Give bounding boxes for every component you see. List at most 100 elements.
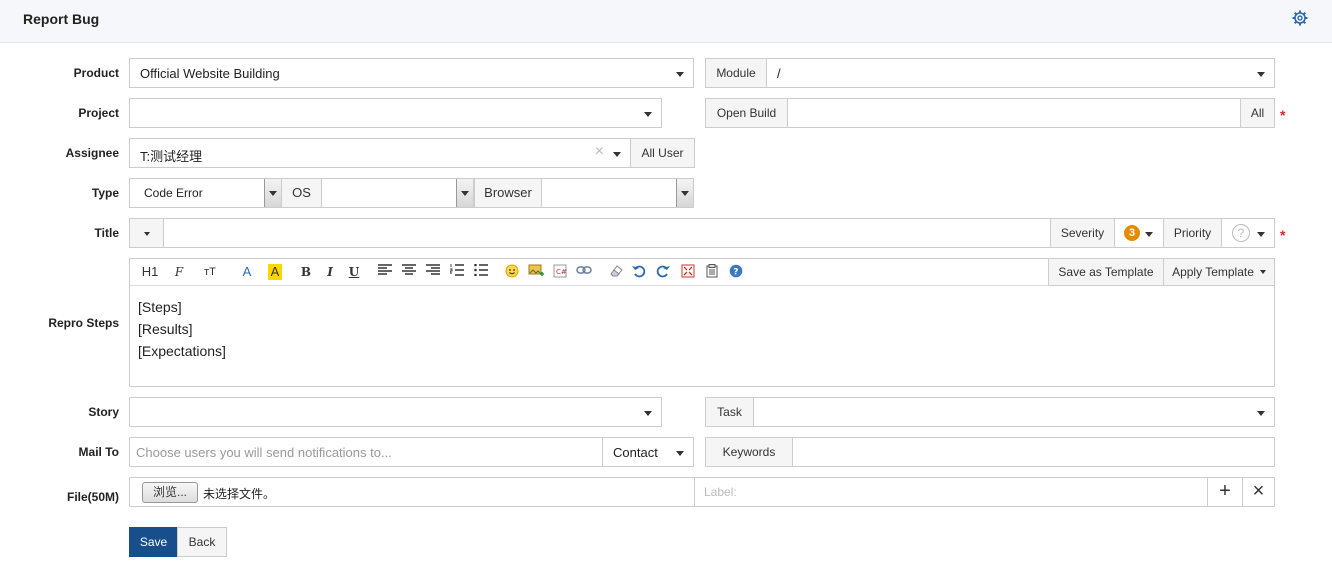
add-file-button[interactable]: +: [1207, 477, 1243, 507]
browser-select[interactable]: [541, 178, 694, 208]
save-as-template-button[interactable]: Save as Template: [1048, 258, 1164, 286]
browser-label: Browser: [474, 178, 542, 208]
help-icon[interactable]: ?: [728, 264, 744, 280]
all-user-button[interactable]: All User: [630, 138, 695, 168]
font-size-button[interactable]: тT: [200, 264, 220, 280]
paste-icon[interactable]: [704, 264, 720, 280]
assignee-value: T:测试经理: [140, 149, 203, 164]
product-value: Official Website Building: [140, 66, 280, 81]
mail-to-placeholder: Choose users you will send notifications…: [136, 445, 392, 460]
chevron-down-icon: [1257, 411, 1265, 416]
undo-icon[interactable]: [632, 264, 646, 280]
emoticon-icon[interactable]: [504, 264, 520, 280]
align-left-icon[interactable]: [378, 264, 392, 280]
chevron-down-icon: [676, 451, 684, 456]
align-center-icon[interactable]: [402, 264, 416, 280]
image-icon[interactable]: [528, 264, 544, 280]
browse-button[interactable]: 浏览...: [142, 482, 199, 503]
heading-button[interactable]: H1: [138, 264, 162, 280]
chevron-down-icon: [1257, 232, 1265, 237]
open-build-label: Open Build: [705, 98, 788, 128]
priority-label: Priority: [1163, 218, 1222, 248]
svg-text:?: ?: [733, 268, 738, 278]
link-icon[interactable]: [576, 264, 592, 280]
chevron-down-icon: [1145, 232, 1153, 237]
chevron-down-icon: [1260, 270, 1266, 274]
redo-icon[interactable]: [656, 264, 670, 280]
ordered-list-icon[interactable]: [449, 264, 464, 280]
chevron-down-icon: [676, 72, 684, 77]
title-label: Title: [94, 226, 119, 240]
mail-to-label: Mail To: [78, 445, 119, 459]
repro-steps-label: Repro Steps: [48, 316, 119, 330]
repro-steps-editor[interactable]: [Steps] [Results] [Expectations]: [129, 286, 1275, 387]
story-select[interactable]: [129, 397, 662, 427]
editor-toolbar: H1 F тT A A B I U C# ? Save as Template …: [129, 258, 1275, 286]
task-select[interactable]: [753, 397, 1275, 427]
chevron-down-icon: [1257, 72, 1265, 77]
file-input[interactable]: 浏览... 未选择文件。: [129, 477, 695, 507]
page-header: Report Bug: [0, 0, 1332, 43]
save-button[interactable]: Save: [129, 527, 178, 557]
priority-select[interactable]: ?: [1221, 218, 1275, 248]
steps-line: [Steps]: [138, 299, 182, 315]
os-label: OS: [281, 178, 322, 208]
chevron-down-icon: [144, 232, 150, 236]
task-label: Task: [705, 397, 754, 427]
required-marker: *: [1280, 227, 1286, 243]
module-select[interactable]: /: [766, 58, 1275, 88]
os-select[interactable]: [321, 178, 474, 208]
product-label: Product: [73, 66, 119, 80]
font-color-button[interactable]: A: [240, 264, 254, 280]
underline-button[interactable]: U: [348, 264, 360, 280]
unordered-list-icon[interactable]: [474, 263, 488, 280]
severity-select[interactable]: 3: [1114, 218, 1164, 248]
project-label: Project: [78, 106, 119, 120]
results-line: [Results]: [138, 321, 193, 337]
title-input[interactable]: [163, 218, 1051, 248]
open-build-input[interactable]: [787, 98, 1241, 128]
chevron-down-icon: [269, 191, 277, 196]
chevron-down-icon: [644, 411, 652, 416]
chevron-down-icon: [461, 191, 469, 196]
code-icon[interactable]: C#: [552, 264, 568, 280]
italic-button[interactable]: I: [324, 264, 336, 280]
module-value: /: [777, 66, 781, 81]
severity-label: Severity: [1050, 218, 1115, 248]
help-icon: ?: [1232, 224, 1250, 242]
chevron-down-icon: [644, 112, 652, 117]
type-label: Type: [91, 186, 119, 200]
chevron-down-icon: [613, 152, 621, 157]
mail-to-input[interactable]: Choose users you will send notifications…: [129, 437, 603, 467]
fullscreen-icon[interactable]: [680, 264, 696, 280]
story-label: Story: [88, 405, 119, 419]
file-label-input[interactable]: Label:: [694, 477, 1208, 507]
no-file-text: 未选择文件。: [203, 487, 276, 501]
clear-icon[interactable]: ×: [595, 143, 604, 161]
expectations-line: [Expectations]: [138, 343, 226, 359]
title-color-button[interactable]: [129, 218, 164, 248]
all-builds-button[interactable]: All: [1240, 98, 1275, 128]
gear-icon[interactable]: [1292, 10, 1308, 26]
keywords-label: Keywords: [705, 437, 793, 467]
remove-file-button[interactable]: ×: [1242, 477, 1275, 507]
type-value: Code Error: [144, 186, 203, 200]
eraser-icon[interactable]: [608, 264, 624, 280]
back-button[interactable]: Back: [177, 527, 227, 557]
file-label: File(50M): [66, 490, 119, 504]
apply-template-label: Apply Template: [1172, 265, 1254, 279]
apply-template-button[interactable]: Apply Template: [1163, 258, 1275, 286]
type-select[interactable]: Code Error: [129, 178, 282, 208]
assignee-select[interactable]: T:测试经理 ×: [129, 138, 631, 168]
product-select[interactable]: Official Website Building: [129, 58, 694, 88]
align-right-icon[interactable]: [426, 264, 440, 280]
required-marker: *: [1280, 107, 1286, 123]
highlight-button[interactable]: A: [268, 264, 282, 280]
page-title: Report Bug: [23, 11, 100, 27]
bold-button[interactable]: B: [300, 264, 312, 280]
contact-select[interactable]: Contact: [602, 437, 694, 467]
font-family-button[interactable]: F: [172, 264, 186, 280]
project-select[interactable]: [129, 98, 662, 128]
module-label: Module: [705, 58, 767, 88]
keywords-input[interactable]: [792, 437, 1275, 467]
